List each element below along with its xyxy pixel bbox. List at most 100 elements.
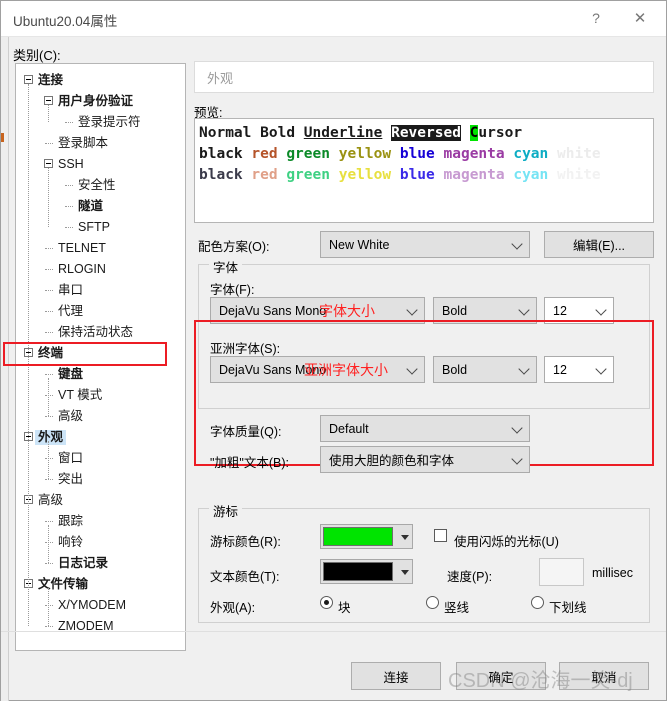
tree-item-22[interactable]: 响铃 (16, 532, 185, 553)
tree-guide-line (48, 378, 49, 416)
category-tree[interactable]: 连接 用户身份验证登录提示符登录脚本 SSH 安全性 隧道 SFTP TELNET RLOGI… (15, 63, 186, 651)
tree-guide-line (48, 588, 49, 626)
blinking-cursor-label: 使用闪烁的光标(U) (454, 535, 559, 549)
preview-token: white (557, 146, 601, 162)
tree-item-16[interactable]: 高级 (16, 406, 185, 427)
tree-connector (45, 605, 53, 606)
asian-font-name-value: DejaVu Sans Mono (219, 362, 327, 377)
cursor-color-picker[interactable] (320, 524, 413, 549)
edit-scheme-button[interactable]: 编辑(E)... (544, 231, 654, 258)
asian-font-name-select[interactable]: DejaVu Sans Mono (210, 356, 425, 383)
tree-item-6[interactable]: 隧道 (16, 196, 185, 217)
bold-text-value: 使用大胆的颜色和字体 (329, 454, 455, 468)
tree-item-15[interactable]: VT 模式 (16, 385, 185, 406)
bold-text-select[interactable]: 使用大胆的颜色和字体 (320, 446, 530, 473)
tree-item-2[interactable]: 登录提示符 (16, 112, 185, 133)
ok-button[interactable]: 确定 (456, 662, 546, 690)
text-color-picker[interactable] (320, 559, 413, 584)
close-icon[interactable]: ✕ (618, 1, 662, 35)
tree-item-23[interactable]: 日志记录 (16, 553, 185, 574)
tree-item-3[interactable]: 登录脚本 (16, 133, 185, 154)
window-title: Ubuntu20.04属性 (13, 14, 118, 29)
cursor-color-swatch (323, 527, 393, 546)
tree-item-label: X/YMODEM (58, 598, 127, 613)
title-bar: Ubuntu20.04属性 ? ✕ (1, 1, 666, 37)
tree-item-label: 登录提示符 (78, 115, 141, 130)
preview-token: black (199, 146, 243, 162)
footer-divider (1, 631, 666, 632)
preview-token: magenta (443, 146, 505, 162)
preview-token: magenta (443, 167, 505, 183)
tree-item-19[interactable]: 突出 (16, 469, 185, 490)
tree-connector (45, 542, 53, 543)
tree-connector (45, 395, 53, 396)
preview-token: cyan (513, 146, 549, 162)
tree-connector (45, 374, 53, 375)
cursor-shape-vertical-radio[interactable] (426, 596, 439, 609)
tree-item-11[interactable]: 代理 (16, 301, 185, 322)
tree-item-label: 跟踪 (58, 514, 84, 529)
tree-item-8[interactable]: TELNET (16, 238, 185, 259)
preview-token: ursor (478, 125, 523, 141)
tree-item-7[interactable]: SFTP (16, 217, 185, 238)
connect-button[interactable]: 连接 (351, 662, 441, 690)
color-scheme-select[interactable]: New White (320, 231, 530, 258)
font-style-select[interactable]: Bold (433, 297, 537, 324)
cursor-shape-underline-radio[interactable] (531, 596, 544, 609)
tree-guide-line (28, 84, 29, 626)
font-quality-select[interactable]: Default (320, 415, 530, 442)
tree-connector (45, 248, 53, 249)
tree-item-17[interactable]: 外观 (16, 427, 185, 448)
cancel-button[interactable]: 取消 (559, 662, 649, 690)
tree-item-26[interactable]: ZMODEM (16, 616, 185, 637)
asian-font-size-select[interactable]: 12 (544, 356, 614, 383)
tree-item-9[interactable]: RLOGIN (16, 259, 185, 280)
cursor-shape-block-radio[interactable] (320, 596, 333, 609)
font-name-select[interactable]: DejaVu Sans Mono (210, 297, 425, 324)
chevron-down-icon (511, 452, 523, 465)
tree-item-25[interactable]: X/YMODEM (16, 595, 185, 616)
tree-connector (45, 332, 53, 333)
preview-token: Bold (260, 125, 296, 141)
font-size-value: 12 (553, 303, 567, 318)
tree-item-12[interactable]: 保持活动状态 (16, 322, 185, 343)
asian-font-style-value: Bold (442, 362, 468, 377)
tree-item-20[interactable]: 高级 (16, 490, 185, 511)
font-style-value: Bold (442, 303, 468, 318)
tree-item-13[interactable]: 终端 (16, 343, 185, 364)
tree-expander-icon[interactable] (44, 96, 53, 105)
font-size-select[interactable]: 12 (544, 297, 614, 324)
preview-box: Normal Bold Underline Reversed Cursor bl… (194, 118, 654, 223)
cursor-speed-input[interactable] (539, 558, 584, 586)
tree-expander-icon[interactable] (24, 75, 33, 84)
preview-token: yellow (338, 146, 392, 162)
tree-connector (45, 269, 53, 270)
tree-expander-icon[interactable] (44, 159, 53, 168)
help-icon[interactable]: ? (574, 1, 618, 35)
font-quality-value: Default (329, 421, 369, 436)
font-group: 字体 (198, 257, 650, 409)
asian-font-style-select[interactable]: Bold (433, 356, 537, 383)
tree-item-18[interactable]: 窗口 (16, 448, 185, 469)
tree-item-label: 窗口 (58, 451, 84, 466)
font-name-value: DejaVu Sans Mono (219, 303, 327, 318)
tree-item-10[interactable]: 串口 (16, 280, 185, 301)
tree-item-label: 突出 (58, 472, 84, 487)
tree-item-24[interactable]: 文件传输 (16, 574, 185, 595)
chevron-down-icon (511, 421, 523, 434)
preview-token: white (557, 167, 601, 183)
preview-line-bold-colors: black red green yellow blue magenta cyan… (199, 165, 653, 186)
tree-connector (45, 290, 53, 291)
blinking-cursor-checkbox[interactable] (434, 529, 447, 542)
tree-connector (65, 122, 73, 123)
tree-item-1[interactable]: 用户身份验证 (16, 91, 185, 112)
asian-font-label: 亚洲字体(S): (210, 342, 281, 356)
tree-item-14[interactable]: 键盘 (16, 364, 185, 385)
cursor-speed-label: 速度(P): (447, 570, 493, 584)
preview-token: green (286, 167, 330, 183)
tree-item-5[interactable]: 安全性 (16, 175, 185, 196)
tree-item-0[interactable]: 连接 (16, 70, 185, 91)
chevron-down-icon (595, 362, 607, 375)
tree-item-4[interactable]: SSH (16, 154, 185, 175)
tree-item-21[interactable]: 跟踪 (16, 511, 185, 532)
